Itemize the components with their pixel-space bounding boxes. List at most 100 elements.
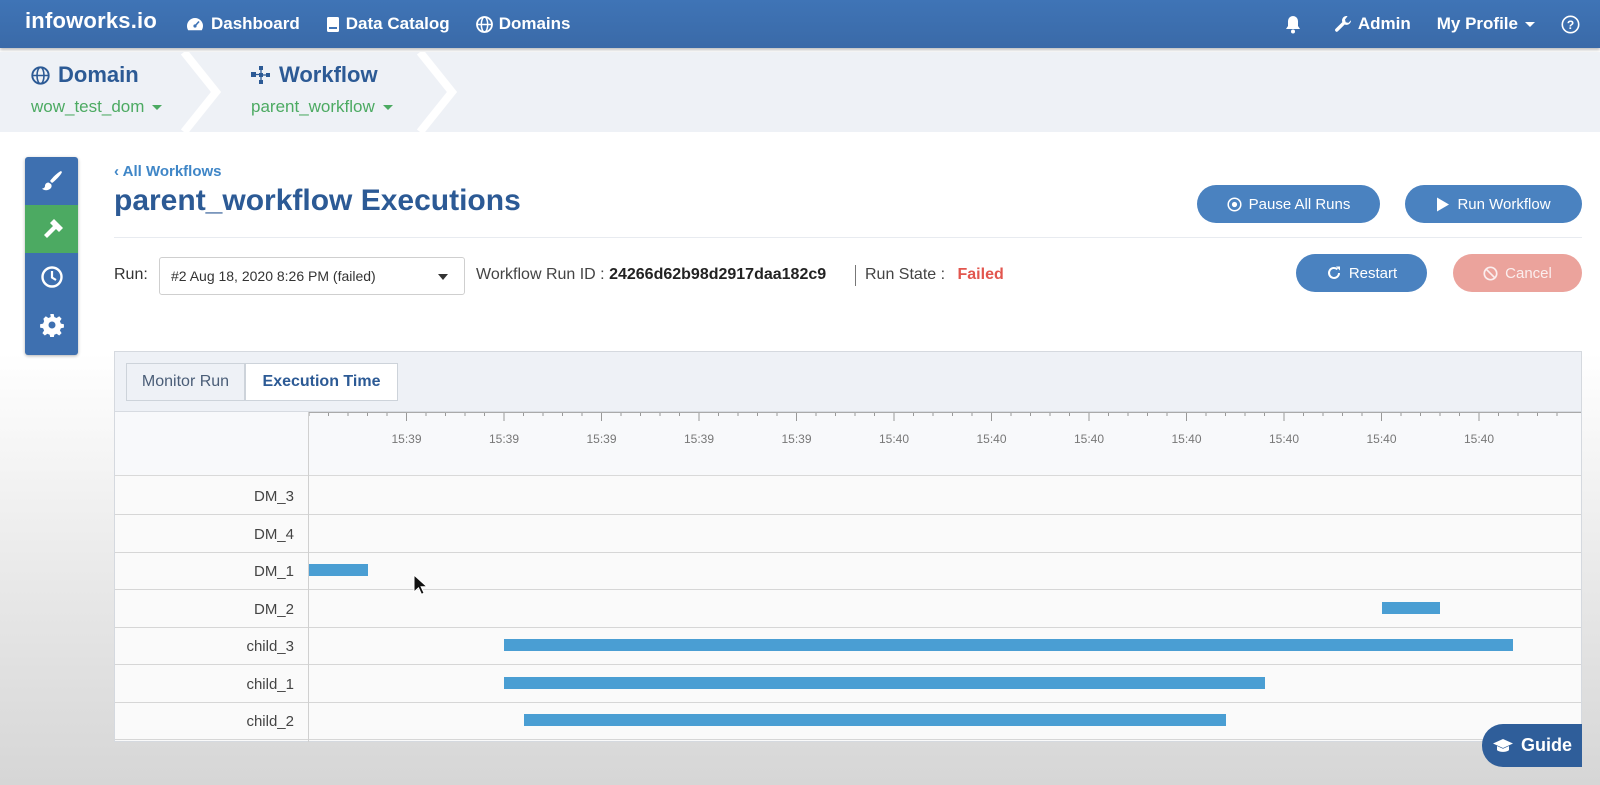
tick-label: 15:39	[488, 432, 520, 446]
run-select[interactable]: #2 Aug 18, 2020 8:26 PM (failed)	[159, 257, 465, 295]
guide-label: Guide	[1520, 735, 1572, 755]
all-workflows-link[interactable]: ‹ All Workflows	[114, 163, 222, 180]
run-label: Run:	[114, 266, 148, 283]
tick-label: 15:40	[1463, 432, 1495, 446]
gantt-row: DM_2	[115, 590, 1581, 628]
tick-label: 15:39	[781, 432, 812, 446]
gantt-bar[interactable]	[523, 714, 1226, 726]
wrench-icon	[1334, 15, 1351, 32]
restart-button[interactable]: Restart	[1296, 254, 1427, 292]
gantt-bar[interactable]	[504, 639, 1514, 651]
run-state-value: Failed	[957, 266, 1004, 283]
gantt-bar[interactable]	[1381, 601, 1440, 614]
tab-strip: Monitor Run Execution Time	[115, 352, 1581, 412]
nav-data-catalog-label: Data Catalog	[345, 14, 450, 33]
bell-icon	[1285, 15, 1300, 33]
breadcrumb-chevron-icon	[180, 52, 222, 132]
breadcrumb-workflow-title: Workflow	[279, 62, 378, 87]
gantt-row: DM_4	[115, 515, 1581, 553]
gantt-row-label: DM_2	[253, 600, 294, 618]
page-title: parent_workflow Executions	[114, 184, 521, 217]
gear-icon	[39, 314, 64, 337]
nav-domains[interactable]: Domains	[475, 14, 571, 34]
time-axis-ticks	[308, 412, 1581, 421]
tick-label: 15:39	[586, 432, 617, 446]
run-select-value: #2 Aug 18, 2020 8:26 PM (failed)	[171, 268, 376, 284]
pause-all-runs-button[interactable]: Pause All Runs	[1197, 185, 1380, 223]
gantt-bar[interactable]	[309, 564, 368, 576]
tick-label: 15:40	[878, 432, 910, 446]
time-axis	[115, 412, 1581, 476]
help-button[interactable]: ?	[1561, 15, 1586, 34]
run-workflow-label: Run Workflow	[1457, 195, 1551, 213]
play-icon	[1437, 197, 1450, 211]
gantt-row-label: DM_3	[253, 488, 294, 505]
admin-label: Admin	[1357, 14, 1411, 33]
label-column-divider	[308, 412, 309, 742]
rail-item-history[interactable]	[25, 253, 78, 301]
graduation-cap-icon	[1492, 738, 1513, 752]
brand-logo[interactable]: infoworks.io	[25, 8, 157, 34]
domain-selector[interactable]: wow_test_dom	[31, 97, 163, 117]
gantt-bar[interactable]	[504, 676, 1265, 689]
globe-icon	[475, 15, 493, 33]
gantt-row: DM_1	[115, 552, 1581, 590]
header-divider	[114, 237, 1582, 238]
chevron-down-icon	[382, 104, 393, 110]
book-icon	[326, 16, 339, 32]
notifications-button[interactable]	[1284, 15, 1308, 34]
breadcrumb-workflow[interactable]: Workflow parent_workflow	[251, 62, 393, 117]
breadcrumb-chevron-icon	[416, 52, 458, 132]
nav-data-catalog[interactable]: Data Catalog	[326, 14, 450, 34]
svg-text:?: ?	[1567, 18, 1574, 32]
cancel-label: Cancel	[1505, 264, 1552, 282]
workflow-run-id-value: 24266d62b98d2917daa182c9	[609, 266, 827, 283]
chevron-down-icon	[438, 274, 448, 280]
ban-icon	[1483, 265, 1498, 281]
rail-item-settings[interactable]	[25, 301, 78, 349]
rail-item-design[interactable]	[25, 157, 78, 205]
guide-button[interactable]: Guide	[1482, 724, 1582, 767]
workflow-selector-value: parent_workflow	[251, 97, 375, 116]
restart-label: Restart	[1348, 264, 1398, 282]
tab-monitor-run[interactable]: Monitor Run	[126, 363, 245, 401]
gantt-row-label: DM_1	[253, 563, 294, 580]
rail-item-build[interactable]	[25, 205, 78, 253]
cancel-button[interactable]: Cancel	[1453, 254, 1582, 292]
pause-circle-icon	[1227, 196, 1242, 212]
gantt-row: child_2	[115, 702, 1581, 740]
top-navbar: infoworks.io Dashboard Data Catalog Doma…	[0, 0, 1600, 48]
dashboard-icon	[186, 18, 203, 31]
tick-label: 15:39	[391, 432, 422, 446]
chevron-down-icon	[1525, 21, 1535, 27]
tab-execution-time[interactable]: Execution Time	[245, 363, 398, 401]
globe-icon	[31, 65, 50, 85]
breadcrumb-domain[interactable]: Domain wow_test_dom	[31, 62, 163, 117]
all-workflows-label: All Workflows	[122, 163, 222, 180]
tick-label: 15:40	[1073, 432, 1105, 446]
run-workflow-button[interactable]: Run Workflow	[1405, 185, 1582, 223]
tool-rail	[25, 157, 78, 355]
workflow-icon	[251, 66, 270, 84]
nav-dashboard[interactable]: Dashboard	[185, 14, 300, 34]
workflow-selector[interactable]: parent_workflow	[251, 97, 393, 117]
domain-selector-value: wow_test_dom	[31, 97, 145, 116]
tick-label: 15:40	[1366, 432, 1397, 446]
gantt-row-label: child_2	[246, 713, 294, 730]
run-state: Run State : Failed	[865, 266, 1004, 284]
workflow-run-id: Workflow Run ID : 24266d62b98d2917daa182…	[476, 266, 826, 284]
gantt-row-label: child_3	[246, 638, 294, 655]
gantt-row: child_3	[115, 627, 1581, 665]
workflow-run-id-label: Workflow Run ID :	[476, 266, 605, 283]
breadcrumb: Domain wow_test_dom Workflow parent_work…	[0, 52, 1600, 132]
gantt-row-label: DM_4	[253, 525, 294, 543]
execution-panel: Monitor Run Execution Time 15:39 15:39 15:…	[114, 351, 1582, 742]
nav-domains-label: Domains	[498, 14, 571, 33]
admin-menu[interactable]: Admin	[1334, 14, 1411, 34]
tick-label: 15:40	[976, 432, 1007, 446]
profile-label: My Profile	[1436, 14, 1518, 33]
mouse-cursor-icon	[413, 574, 429, 595]
profile-menu[interactable]: My Profile	[1437, 14, 1535, 34]
brush-icon	[41, 171, 62, 191]
clock-icon	[40, 266, 63, 288]
